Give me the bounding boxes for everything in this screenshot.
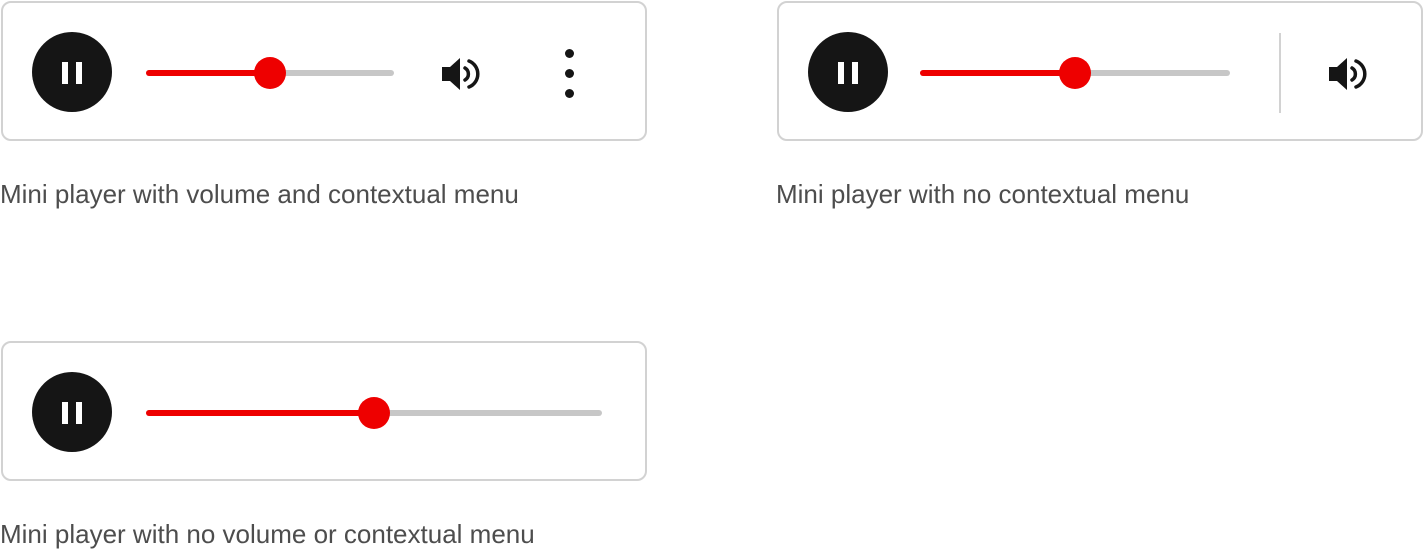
- seek-progress-fill: [920, 70, 1075, 76]
- seek-thumb[interactable]: [1059, 57, 1091, 89]
- mini-player-no-menu: [777, 1, 1423, 141]
- mini-player-with-menu: [1, 1, 647, 141]
- divider: [1279, 33, 1281, 113]
- mini-player-minimal: [1, 341, 647, 481]
- caption-player-minimal: Mini player with no volume or contextual…: [0, 519, 535, 549]
- seek-slider[interactable]: [920, 56, 1230, 90]
- kebab-menu-icon: [565, 49, 574, 58]
- seek-thumb[interactable]: [358, 397, 390, 429]
- pause-button[interactable]: [808, 32, 888, 112]
- volume-icon: [1329, 58, 1367, 90]
- mini-player-examples: Mini player with volume and contextual m…: [0, 0, 1424, 552]
- volume-button[interactable]: [1327, 55, 1375, 93]
- seek-slider[interactable]: [146, 56, 394, 90]
- contextual-menu-button[interactable]: [555, 45, 583, 101]
- pause-icon: [838, 62, 858, 84]
- seek-progress-fill: [146, 70, 270, 76]
- volume-icon: [442, 58, 480, 90]
- volume-button[interactable]: [440, 55, 488, 93]
- pause-icon: [62, 402, 82, 424]
- seek-thumb[interactable]: [254, 57, 286, 89]
- pause-button[interactable]: [32, 32, 112, 112]
- pause-button[interactable]: [32, 372, 112, 452]
- pause-icon: [62, 62, 82, 84]
- seek-slider[interactable]: [146, 396, 602, 430]
- caption-player-with-menu: Mini player with volume and contextual m…: [0, 179, 519, 209]
- caption-player-no-menu: Mini player with no contextual menu: [776, 179, 1190, 209]
- seek-progress-fill: [146, 410, 374, 416]
